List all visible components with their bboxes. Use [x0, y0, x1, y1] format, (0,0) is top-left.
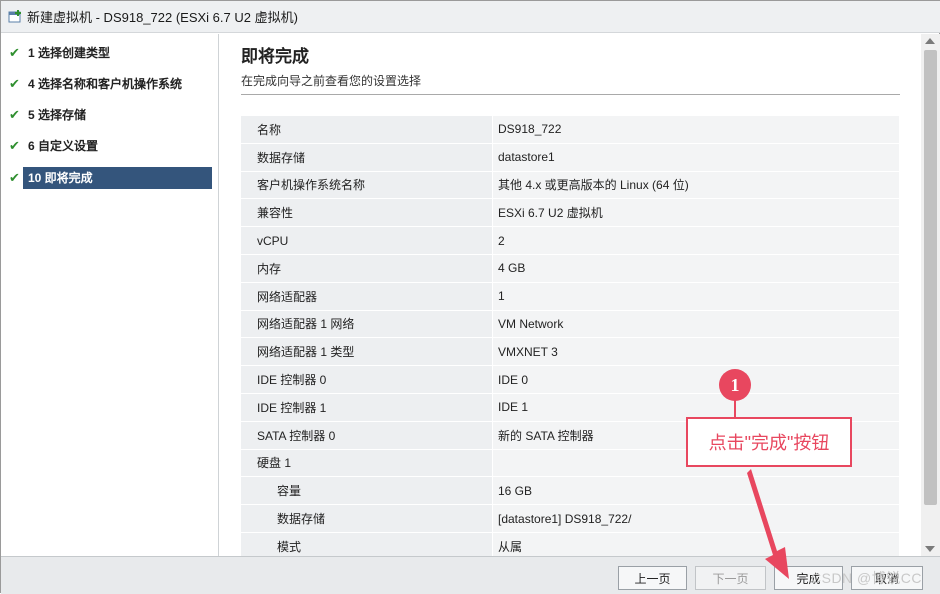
- new-vm-wizard-window: 新建虚拟机 - DS918_722 (ESXi 6.7 U2 虚拟机) ✔ 1 …: [0, 0, 940, 594]
- step-select-creation-type[interactable]: ✔ 1 选择创建类型: [9, 42, 212, 64]
- setting-value: 其他 4.x 或更高版本的 Linux (64 位): [492, 171, 899, 199]
- check-icon: ✔: [9, 170, 20, 185]
- wizard-steps-sidebar: ✔ 1 选择创建类型 ✔ 4 选择名称和客户机操作系统 ✔ 5 选择存储 ✔ 6…: [1, 34, 219, 556]
- table-row: vCPU 2: [241, 226, 899, 254]
- annotation-connector: [734, 400, 736, 418]
- setting-name: 数据存储: [241, 143, 492, 171]
- check-icon: ✔: [9, 107, 20, 122]
- table-row: 兼容性 ESXi 6.7 U2 虚拟机: [241, 198, 899, 227]
- page-subtitle: 在完成向导之前查看您的设置选择: [241, 74, 422, 88]
- watermark: CSDN @博锐CC: [811, 570, 922, 586]
- step-select-storage[interactable]: ✔ 5 选择存储: [9, 104, 212, 126]
- setting-value: 从属: [492, 532, 899, 556]
- setting-name: IDE 控制器 0: [241, 366, 492, 393]
- page-title: 即将完成: [241, 47, 309, 66]
- divider: [241, 94, 900, 95]
- setting-name: 硬盘 1: [241, 449, 492, 477]
- scrollbar-thumb[interactable]: [924, 50, 937, 505]
- step-label: 4 选择名称和客户机操作系统: [28, 77, 183, 91]
- scroll-up-arrow-icon[interactable]: [925, 38, 935, 44]
- table-row: 网络适配器 1 类型 VMXNET 3: [241, 337, 899, 366]
- setting-value: IDE 0: [492, 366, 899, 393]
- setting-value: DS918_722: [492, 116, 899, 143]
- step-ready-to-complete[interactable]: ✔ 10 即将完成: [9, 167, 212, 189]
- annotation-arrow-icon: [747, 469, 789, 579]
- back-button[interactable]: 上一页: [618, 566, 687, 590]
- setting-name: 兼容性: [241, 199, 492, 227]
- annotation-step-badge: 1: [719, 369, 751, 401]
- setting-value: 1: [492, 282, 899, 310]
- vertical-scrollbar[interactable]: [921, 34, 940, 556]
- check-icon: ✔: [9, 76, 20, 91]
- check-icon: ✔: [9, 45, 20, 60]
- setting-value: 4 GB: [492, 254, 899, 282]
- step-customize-settings[interactable]: ✔ 6 自定义设置: [9, 135, 212, 157]
- annotation-instruction: 点击"完成"按钮: [686, 417, 852, 467]
- step-select-name-and-guest-os[interactable]: ✔ 4 选择名称和客户机操作系统: [9, 73, 212, 95]
- setting-name: 网络适配器 1 类型: [241, 338, 492, 366]
- setting-value: VM Network: [492, 310, 899, 338]
- setting-name: 容量: [241, 477, 492, 505]
- setting-value: datastore1: [492, 143, 899, 171]
- setting-name: 名称: [241, 116, 492, 143]
- setting-name: 内存: [241, 254, 492, 282]
- setting-name: vCPU: [241, 227, 492, 254]
- step-label: 5 选择存储: [28, 108, 87, 122]
- table-row: 数据存储 datastore1: [241, 142, 899, 171]
- setting-name: 网络适配器: [241, 282, 492, 310]
- setting-name: 客户机操作系统名称: [241, 171, 492, 199]
- table-row: 客户机操作系统名称 其他 4.x 或更高版本的 Linux (64 位): [241, 170, 899, 199]
- summary-panel: 即将完成 在完成向导之前查看您的设置选择 名称 DS918_722 数据存储 dat…: [221, 34, 921, 556]
- title-bar: 新建虚拟机 - DS918_722 (ESXi 6.7 U2 虚拟机): [1, 1, 940, 33]
- setting-value: 2: [492, 227, 899, 254]
- table-row: 名称 DS918_722: [241, 115, 899, 143]
- table-row: IDE 控制器 0 IDE 0: [241, 365, 899, 393]
- setting-name: 模式: [241, 532, 492, 556]
- new-vm-icon: [7, 9, 23, 25]
- setting-value: ESXi 6.7 U2 虚拟机: [492, 199, 899, 227]
- setting-name: 数据存储: [241, 505, 492, 532]
- setting-name: SATA 控制器 0: [241, 421, 492, 449]
- table-row: 网络适配器 1: [241, 281, 899, 310]
- step-label: 10 即将完成: [23, 167, 212, 189]
- window-title: 新建虚拟机 - DS918_722 (ESXi 6.7 U2 虚拟机): [27, 10, 298, 25]
- step-label: 1 选择创建类型: [28, 46, 111, 60]
- setting-name: IDE 控制器 1: [241, 393, 492, 421]
- step-label: 6 自定义设置: [28, 139, 99, 153]
- setting-value: VMXNET 3: [492, 338, 899, 366]
- check-icon: ✔: [9, 138, 20, 153]
- table-row: 内存 4 GB: [241, 253, 899, 282]
- table-row: 网络适配器 1 网络 VM Network: [241, 309, 899, 338]
- scroll-down-arrow-icon[interactable]: [925, 546, 935, 552]
- setting-value: [datastore1] DS918_722/: [492, 505, 899, 532]
- setting-name: 网络适配器 1 网络: [241, 310, 492, 338]
- setting-value: 16 GB: [492, 477, 899, 505]
